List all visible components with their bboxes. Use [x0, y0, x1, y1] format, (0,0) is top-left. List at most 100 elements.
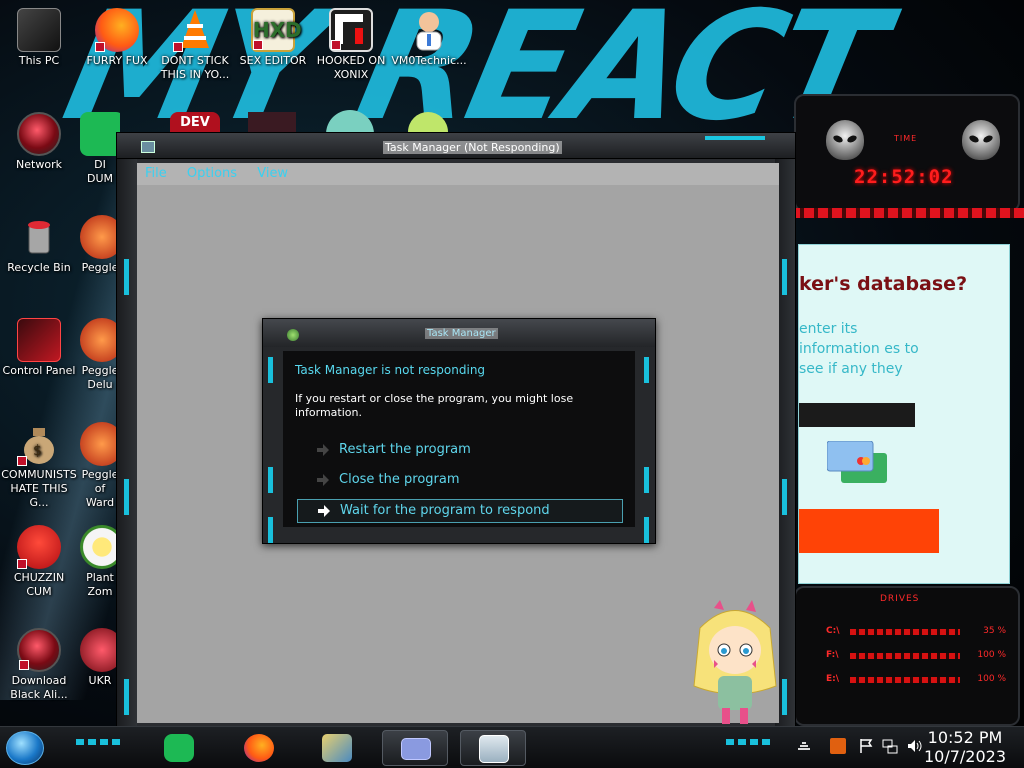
desktop-icon-download-black[interactable]: Download Black Ali... [0, 628, 78, 702]
phishing-text: enter its information es to see if any t… [799, 321, 919, 377]
arrow-right-icon [317, 444, 329, 456]
peeking-anime-icon [248, 112, 296, 134]
menu-view[interactable]: View [257, 163, 288, 185]
drive-letter: E:\ [826, 674, 840, 684]
dialog-heading: Task Manager is not responding [295, 363, 486, 377]
volume-icon[interactable] [906, 738, 922, 754]
desktop-icon-sex-editor[interactable]: HXD SEX EDITOR [234, 8, 312, 68]
wait-for-program-option[interactable]: Wait for the program to respond [297, 499, 623, 523]
taskbar-spotify[interactable] [146, 730, 212, 766]
taskbar-deco [726, 739, 770, 745]
desktop-icon-label: HOOKED ON XONIX [316, 54, 386, 81]
menu-file[interactable]: File [145, 163, 167, 185]
window-title: Task Manager (Not Responding) [383, 141, 562, 154]
menu-bar: File Options View [137, 163, 779, 185]
desktop-icon-hooked-on-xonix[interactable]: HOOKED ON XONIX [312, 8, 390, 82]
firefox-icon [95, 8, 139, 52]
taskbar-clock[interactable]: 10:52 PM 10/7/2023 [924, 728, 1006, 766]
desktop-icon-peggle[interactable]: Peggle [80, 215, 120, 275]
hex-editor-icon: HXD [251, 8, 302, 52]
desktop-icon-label: UKR [88, 674, 112, 687]
task-manager-app-icon [141, 141, 155, 153]
taskbar-task-manager[interactable] [460, 730, 526, 766]
alienware-gadget: TIME 22:52:02 ker's database? enter its … [790, 90, 1024, 730]
arrow-right-icon [317, 474, 329, 486]
desktop-icon-label: COMMUNISTS HATE THIS G... [1, 468, 77, 509]
dialog-body: Task Manager is not responding If you re… [283, 351, 635, 527]
flag-icon[interactable] [858, 738, 874, 754]
desktop-icon-label: Peggle Delu [81, 364, 119, 391]
credit-cards-icon [826, 440, 891, 487]
not-responding-dialog[interactable]: Task Manager Task Manager is not respond… [262, 318, 656, 544]
drive-usage-bar [850, 653, 960, 659]
network-globe-icon [17, 112, 61, 156]
desktop-icon-vm0technic[interactable]: VM0Technic... [390, 8, 468, 68]
desktop-icon-communists[interactable]: $ COMMUNISTS HATE THIS G... [0, 422, 78, 510]
gadget-time: 22:52:02 [854, 166, 954, 188]
desktop-icon-peggle-nights[interactable]: Peggle of Ward [80, 422, 120, 510]
peggle-deluxe-icon [80, 318, 120, 362]
desktop-icon-label: DI DUM [86, 158, 113, 185]
phishing-input[interactable] [799, 403, 915, 427]
restart-program-option[interactable]: Restart the program [297, 439, 623, 463]
taskbar-deco [76, 739, 120, 745]
desktop-icon-recycle-bin[interactable]: Recycle Bin [0, 215, 78, 275]
desktop-icon-label: Plant Zom [86, 571, 114, 598]
desktop-icon-control-panel[interactable]: Control Panel [0, 318, 78, 378]
desktop-icon-plants-zombies[interactable]: Plant Zom [80, 525, 120, 599]
option-label: Restart the program [339, 442, 471, 457]
ukr-icon [80, 628, 120, 672]
titlebar-accent [705, 136, 765, 140]
desktop-icon-label: VM0Technic... [391, 54, 467, 67]
tray-app-icon[interactable] [830, 738, 846, 754]
xonix-game-icon [329, 8, 373, 52]
network-icon[interactable] [882, 738, 898, 754]
drive-row: F:\ 100 % [826, 650, 1006, 664]
desktop-icon-this-pc[interactable]: This PC [0, 8, 78, 68]
phishing-window: ker's database? enter its information es… [798, 244, 1010, 584]
desktop-icon-label: Peggle [81, 261, 119, 274]
recycle-bin-icon [17, 215, 61, 259]
gadget-red-strip [790, 208, 1024, 218]
taskbar-phishing-app[interactable] [382, 730, 448, 766]
desktop-icon-network[interactable]: Network [0, 112, 78, 172]
desktop-icon-peggle-deluxe[interactable]: Peggle Delu [80, 318, 120, 392]
star-butterfly-sticker [690, 598, 780, 726]
credit-card-icon [401, 738, 431, 760]
start-orb-button[interactable] [6, 731, 44, 765]
drive-row: C:\ 35 % [826, 626, 1006, 640]
dialog-app-icon [287, 329, 299, 341]
gadget-drives: DRIVES C:\ 35 % F:\ 100 % E:\ 100 % [794, 586, 1020, 726]
peggle-nights-icon [80, 422, 120, 466]
alien-head-icon [962, 120, 1000, 160]
control-panel-icon [17, 318, 61, 362]
arrow-right-icon [318, 505, 330, 517]
desktop-icon-label: SEX EDITOR [239, 54, 307, 67]
desktop-icon-furry-fux[interactable]: FURRY FUX [78, 8, 156, 68]
drive-percent: 35 % [983, 626, 1006, 636]
alien-head-icon [826, 120, 864, 160]
desktop-icon-dont-stick[interactable]: DONT STICK THIS IN YO... [156, 8, 234, 82]
this-pc-icon [17, 8, 61, 52]
menu-options[interactable]: Options [187, 163, 237, 185]
alien-orb-icon [17, 628, 61, 672]
drives-title: DRIVES [880, 594, 920, 604]
taskbar-media-player[interactable] [304, 730, 370, 766]
taskbar-firefox[interactable] [226, 730, 292, 766]
close-program-option[interactable]: Close the program [297, 469, 623, 493]
desktop-icon-di-dum[interactable]: DI DUM [80, 112, 120, 186]
desktop-icon-ukr[interactable]: UKR [80, 628, 120, 688]
drive-letter: C:\ [826, 626, 840, 636]
task-manager-icon [479, 735, 509, 763]
drive-usage-bar [850, 629, 960, 635]
svg-text:$: $ [33, 443, 42, 459]
option-label: Wait for the program to respond [340, 503, 550, 518]
firefox-icon [244, 734, 274, 762]
desktop-icon-chuzzin[interactable]: CHUZZIN CUM [0, 525, 78, 599]
dialog-title: Task Manager [425, 328, 498, 339]
vlc-cone-icon [173, 8, 217, 52]
doctor-avatar-icon [407, 8, 451, 52]
show-hidden-icons-icon[interactable] [796, 738, 812, 754]
option-label: Close the program [339, 472, 460, 487]
phishing-submit-button[interactable] [799, 509, 939, 553]
